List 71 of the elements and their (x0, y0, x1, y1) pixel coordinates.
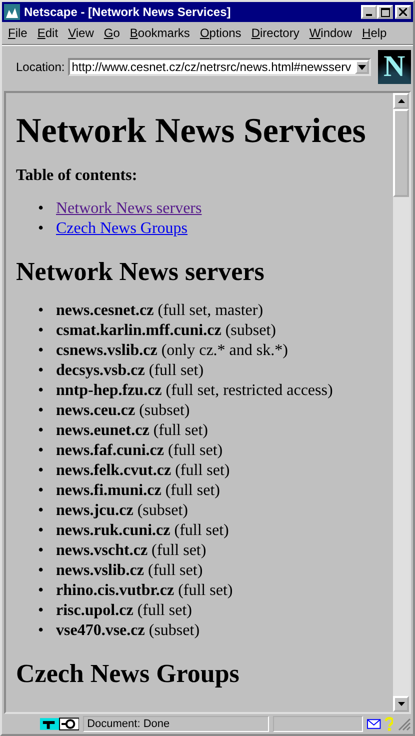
server-entry: rhino.cis.vutbr.cz (full set) (56, 582, 233, 599)
server-entry: news.faf.cuni.cz (full set) (56, 442, 223, 459)
bullet: • (38, 461, 45, 481)
app-icon (4, 4, 20, 20)
scrollbar[interactable] (393, 93, 409, 712)
netscape-logo[interactable]: N (378, 50, 411, 84)
server-entry: decsys.vsb.cz (full set) (56, 362, 204, 379)
section-heading: Network News servers (16, 257, 266, 287)
bullet: • (38, 561, 45, 581)
toc-link[interactable]: Czech News Groups (56, 220, 188, 237)
server-entry: news.jcu.cz (subset) (56, 502, 188, 519)
down-arrow-icon[interactable] (398, 702, 404, 706)
close-icon (399, 8, 407, 16)
status-text: Document: Done (83, 716, 269, 732)
server-entry: news.felk.cvut.cz (full set) (56, 462, 230, 479)
bullet: • (38, 321, 45, 341)
menu-item[interactable]: Options (200, 26, 242, 40)
server-entry: risc.upol.cz (full set) (56, 602, 192, 619)
menu-item[interactable]: Directory (251, 26, 300, 40)
bullet: • (38, 541, 45, 561)
scroll-thumb[interactable] (393, 109, 409, 197)
maximize-button[interactable] (377, 5, 393, 19)
window-title: Netscape - [Network News Services] (24, 5, 232, 19)
server-entry: news.vscht.cz (full set) (56, 542, 206, 559)
server-entry: news.vslib.cz (full set) (56, 562, 203, 579)
server-entry: news.cesnet.cz (full set, master) (56, 302, 264, 319)
toc-link[interactable]: Network News servers (56, 200, 202, 217)
bullet: • (38, 521, 45, 541)
page-title: Network News Services (16, 111, 367, 151)
minimize-button[interactable] (361, 5, 377, 19)
bullet: • (38, 199, 45, 219)
menu-item[interactable]: Edit (37, 26, 58, 40)
menu-item[interactable]: View (68, 26, 94, 40)
up-arrow-icon[interactable] (398, 99, 404, 103)
bullet: • (38, 401, 45, 421)
bullet: • (38, 481, 45, 501)
bullet: • (38, 219, 45, 239)
bullet: • (38, 381, 45, 401)
location-field[interactable]: http://www.cesnet.cz/cz/netrsrc/news.html#newsserv (68, 58, 371, 76)
server-entry: nntp-hep.fzu.cz (full set, restricted access) (56, 382, 333, 399)
server-entry: news.fi.muni.cz (full set) (56, 482, 220, 499)
server-entry: news.eunet.cz (full set) (56, 422, 208, 439)
bullet: • (38, 621, 45, 641)
dropdown-button[interactable] (354, 60, 369, 74)
bullet: • (38, 601, 45, 621)
server-entry: csnews.vslib.cz (only cz.* and sk.*) (56, 342, 288, 359)
menu-item[interactable]: Help (362, 26, 387, 40)
menu-item[interactable]: Go (104, 26, 120, 40)
mail-icon[interactable] (366, 719, 381, 729)
caret-icon (358, 64, 366, 70)
bullet: • (38, 581, 45, 601)
menu-item[interactable]: Window (309, 26, 352, 40)
resize-grip-icon[interactable] (397, 717, 412, 731)
bullet: • (38, 421, 45, 441)
section-heading: Czech News Groups (16, 659, 240, 689)
server-entry: news.ruk.cuni.cz (full set) (56, 522, 229, 539)
bullet: • (38, 501, 45, 521)
close-button[interactable] (395, 5, 411, 19)
menu-item[interactable]: Bookmarks (130, 26, 190, 40)
bullet: • (38, 361, 45, 381)
location-label: Location: (16, 60, 65, 74)
security-key-icon (40, 717, 80, 731)
server-entry: csmat.karlin.mff.cuni.cz (subset) (56, 322, 276, 339)
server-entry: vse470.vse.cz (subset) (56, 622, 200, 639)
bullet: • (38, 301, 45, 321)
server-entry: news.ceu.cz (subset) (56, 402, 190, 419)
bullet: • (38, 441, 45, 461)
menu-item[interactable]: File (8, 26, 28, 40)
toc-heading: Table of contents: (16, 167, 138, 185)
bullet: • (38, 341, 45, 361)
maximize-icon (380, 8, 390, 16)
